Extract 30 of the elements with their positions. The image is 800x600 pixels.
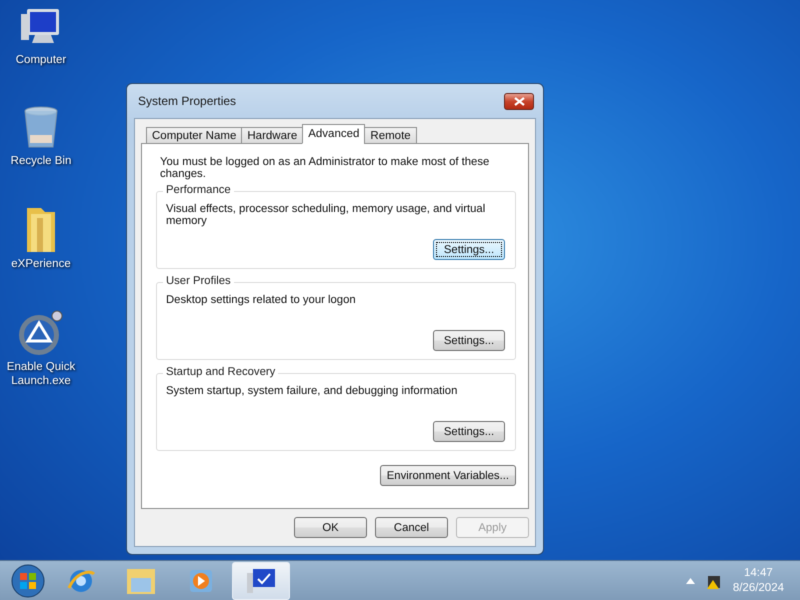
window-title: System Properties (138, 94, 236, 108)
dialog-button[interactable]: Cancel (375, 517, 448, 538)
play-icon (188, 568, 214, 594)
close-button[interactable] (504, 92, 534, 110)
tab[interactable]: Computer Name (146, 127, 242, 144)
start-orb-icon (10, 562, 46, 598)
group-title: Performance (163, 184, 234, 196)
group-title: User Profiles (163, 275, 234, 287)
settings-button[interactable]: Settings... (433, 330, 505, 351)
close-icon (514, 96, 524, 106)
notice-text: You must be logged on as an Administrator to make most of these changes. (159, 156, 490, 180)
taskbar-button[interactable] (232, 562, 290, 600)
computer-icon (245, 566, 277, 594)
group-description: Desktop settings related to your logon (166, 294, 357, 306)
group-description: Visual effects, processor scheduling, memory usage, and virtual memory (166, 203, 486, 227)
desktop-icon-label[interactable]: Computer (16, 53, 66, 67)
dialog-button[interactable]: OK (294, 517, 367, 538)
up-arrow-icon (686, 578, 695, 584)
launcher-icon (17, 309, 65, 357)
tab[interactable]: Remote (364, 127, 417, 144)
settings-button[interactable]: Settings... (433, 239, 505, 260)
settings-button[interactable]: Settings... (433, 421, 505, 442)
tab[interactable]: Hardware (241, 127, 304, 144)
group-title: Startup and Recovery (163, 366, 278, 378)
desktop-icon-label[interactable]: Recycle Bin (10, 154, 72, 168)
group-description: System startup, system failure, and debugging information (166, 385, 458, 397)
environment-variables-button[interactable]: Environment Variables... (380, 465, 516, 486)
desktop-icon-label[interactable]: Enable Quick Launch.exe (1, 360, 81, 388)
desktop-icon-label[interactable]: eXPerience (11, 257, 71, 271)
tab[interactable]: Advanced (302, 124, 366, 144)
